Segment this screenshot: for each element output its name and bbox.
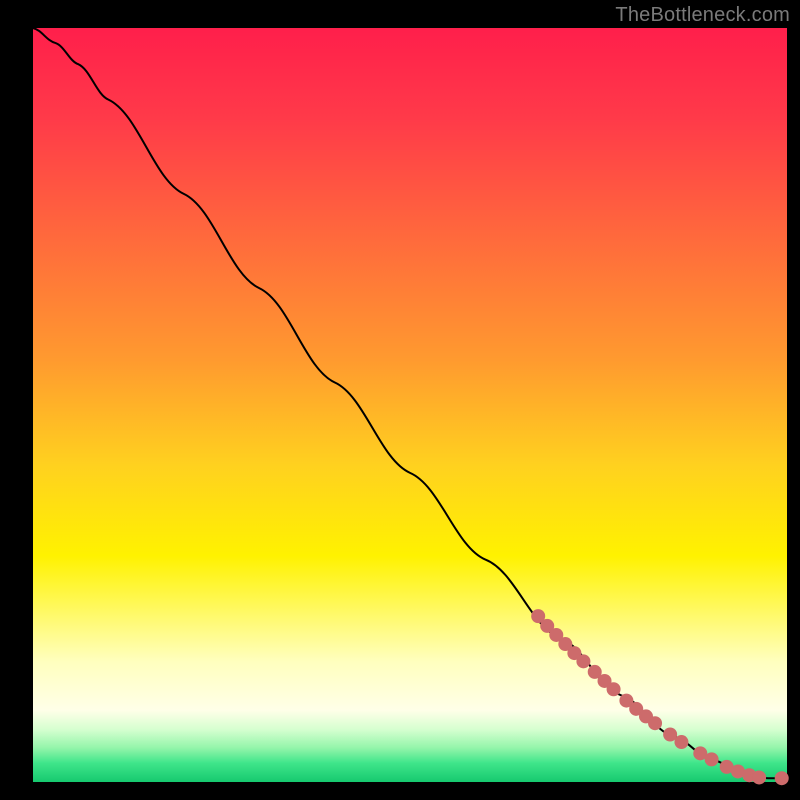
- curve-marker: [674, 735, 688, 749]
- curve-marker: [752, 770, 766, 784]
- curve-marker: [705, 752, 719, 766]
- plot-background: [33, 28, 787, 782]
- bottleneck-chart: [0, 0, 800, 800]
- curve-marker: [576, 654, 590, 668]
- curve-marker: [607, 682, 621, 696]
- curve-marker: [648, 716, 662, 730]
- chart-stage: TheBottleneck.com: [0, 0, 800, 800]
- curve-marker: [775, 771, 789, 785]
